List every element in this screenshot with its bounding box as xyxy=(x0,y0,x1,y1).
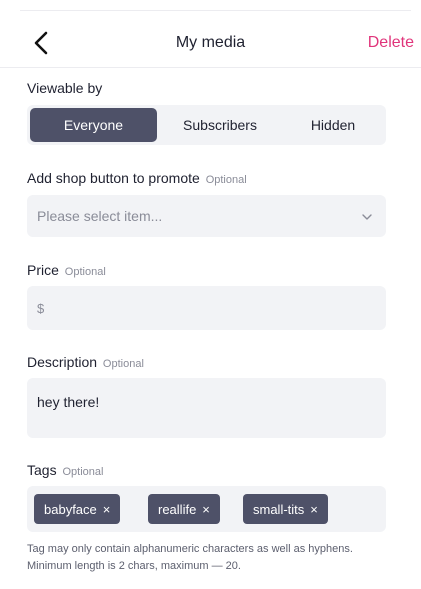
description-label-text: Description xyxy=(27,354,98,370)
remove-tag-icon[interactable]: × xyxy=(310,502,318,517)
tag-label: babyface xyxy=(44,501,97,517)
description-optional-tag: Optional xyxy=(102,358,144,370)
description-textarea[interactable]: hey there! xyxy=(27,378,386,438)
shop-item-placeholder: Please select item... xyxy=(37,208,163,224)
tags-hint-text: Tag may only contain alphanumeric charac… xyxy=(27,543,353,572)
tag-chip: small-tits × xyxy=(243,494,328,524)
tags-label: Tags Optional xyxy=(27,462,103,478)
shop-button-label: Add shop button to promote Optional xyxy=(27,170,247,186)
header-bar: My media Delete xyxy=(0,22,421,68)
segment-subscribers[interactable]: Subscribers xyxy=(161,108,279,142)
price-optional-tag: Optional xyxy=(64,266,106,278)
tag-chip: reallife × xyxy=(148,494,220,524)
shop-optional-tag: Optional xyxy=(205,174,247,186)
tag-label: small-tits xyxy=(253,501,305,517)
segment-hidden[interactable]: Hidden xyxy=(283,108,383,142)
currency-prefix: $ xyxy=(37,301,45,316)
page-title: My media xyxy=(175,34,246,51)
tag-chip: babyface × xyxy=(34,494,121,524)
tags-optional-tag: Optional xyxy=(62,466,104,478)
description-value: hey there! xyxy=(37,394,100,410)
remove-tag-icon[interactable]: × xyxy=(202,502,210,517)
remove-tag-icon[interactable]: × xyxy=(103,502,111,517)
delete-button[interactable]: Delete xyxy=(368,34,414,52)
shop-item-select[interactable]: Please select item... xyxy=(27,195,386,237)
chevron-down-icon xyxy=(362,214,372,220)
shop-button-label-text: Add shop button to promote xyxy=(27,170,200,186)
price-input[interactable]: $ xyxy=(27,286,386,330)
price-label: Price Optional xyxy=(27,262,106,278)
tag-label: reallife xyxy=(158,501,197,517)
segment-everyone[interactable]: Everyone xyxy=(30,108,157,142)
description-label: Description Optional xyxy=(27,354,144,370)
price-label-text: Price xyxy=(27,262,59,278)
viewable-by-segmented-control: Everyone Subscribers Hidden xyxy=(27,105,386,145)
top-divider xyxy=(20,10,411,11)
viewable-by-label-text: Viewable by xyxy=(27,80,103,96)
tags-label-text: Tags xyxy=(27,462,57,478)
tags-input[interactable]: babyface × reallife × small-tits × xyxy=(27,486,386,532)
viewable-by-label: Viewable by xyxy=(27,80,102,96)
